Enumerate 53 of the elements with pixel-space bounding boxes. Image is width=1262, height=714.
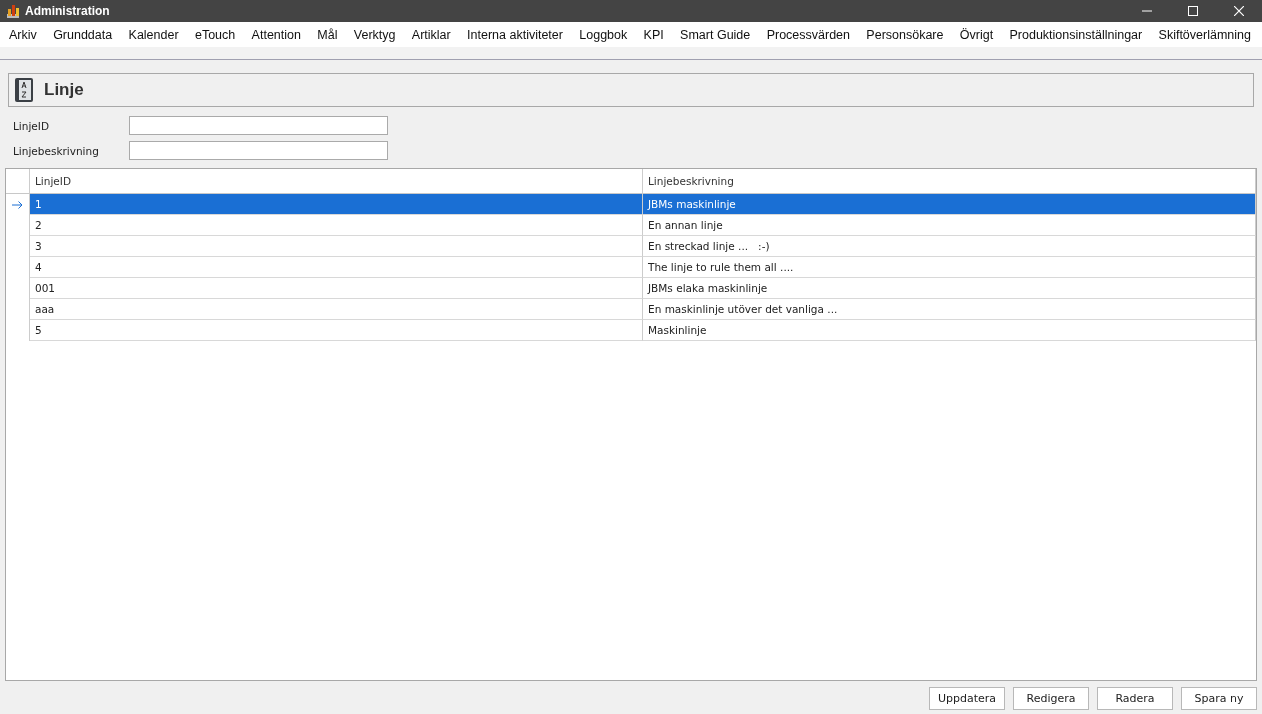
book-icon: [14, 77, 36, 103]
action-button[interactable]: Radera: [1097, 687, 1173, 710]
menu-item[interactable]: Interna aktiviteter: [464, 25, 566, 44]
table-cell: En streckad linje ... :-): [643, 236, 1256, 257]
table-cell: JBMs maskinlinje: [643, 194, 1256, 215]
field-label: LinjeID: [13, 119, 50, 132]
menu-item[interactable]: Verktyg: [350, 25, 399, 44]
menu-item[interactable]: Personsökare: [863, 25, 947, 44]
menu-item[interactable]: Arkiv: [6, 25, 40, 44]
input-field[interactable]: [129, 116, 388, 135]
menu-item[interactable]: Smart Guide: [677, 25, 754, 44]
table-cell: 001: [30, 278, 643, 299]
table-cell: Maskinlinje: [643, 320, 1256, 341]
table-cell: En annan linje: [643, 215, 1256, 236]
menu-item[interactable]: Kalender: [125, 25, 182, 44]
table-row[interactable]: 1 JBMs maskinlinje: [6, 194, 1256, 215]
table-row[interactable]: 3 En streckad linje ... :-): [6, 236, 1256, 257]
menu-item[interactable]: KPI: [640, 25, 667, 44]
table-row[interactable]: aaa En maskinlinje utöver det vanliga ...: [6, 299, 1256, 320]
field-label: Linjebeskrivning: [13, 144, 100, 157]
table-cell: The linje to rule them all ....: [643, 257, 1256, 278]
menu-item[interactable]: Artiklar: [408, 25, 454, 44]
menu-item[interactable]: Övrigt: [956, 25, 997, 44]
table-cell: aaa: [30, 299, 643, 320]
input-field[interactable]: [129, 141, 388, 160]
table-cell: 4: [30, 257, 643, 278]
table-cell: 3: [30, 236, 643, 257]
table-row[interactable]: 4 The linje to rule them all ....: [6, 257, 1256, 278]
action-button[interactable]: Redigera: [1013, 687, 1089, 710]
table-cell: 2: [30, 215, 643, 236]
menu-item[interactable]: Produktionsinställningar: [1006, 25, 1146, 44]
menu-item[interactable]: Attention: [248, 25, 304, 44]
table-cell: En maskinlinje utöver det vanliga ...: [643, 299, 1256, 320]
window-title: Administration: [25, 4, 110, 18]
close-icon[interactable]: [1234, 6, 1244, 16]
page-title: Linje: [44, 80, 84, 100]
menu-item[interactable]: Loggbok: [576, 25, 631, 44]
table-row[interactable]: 2 En annan linje: [6, 215, 1256, 236]
menu-item[interactable]: Mål: [314, 25, 341, 44]
menu-item[interactable]: Skiftöverlämning: [1155, 25, 1254, 44]
menu-item[interactable]: Grunddata: [50, 25, 116, 44]
table-row[interactable]: 5 Maskinlinje: [6, 320, 1256, 341]
app-logo-icon: [5, 3, 21, 19]
action-button[interactable]: Spara ny: [1181, 687, 1257, 710]
menu-item[interactable]: Processvärden: [763, 25, 853, 44]
current-row-arrow-icon: [12, 200, 23, 209]
maximize-icon[interactable]: [1188, 6, 1198, 16]
table-cell: JBMs elaka maskinlinje: [643, 278, 1256, 299]
table-row[interactable]: 001 JBMs elaka maskinlinje: [6, 278, 1256, 299]
menu-item[interactable]: eTouch: [191, 25, 239, 44]
table-cell: 5: [30, 320, 643, 341]
table-cell: 1: [30, 194, 643, 215]
action-button[interactable]: Uppdatera: [929, 687, 1005, 710]
